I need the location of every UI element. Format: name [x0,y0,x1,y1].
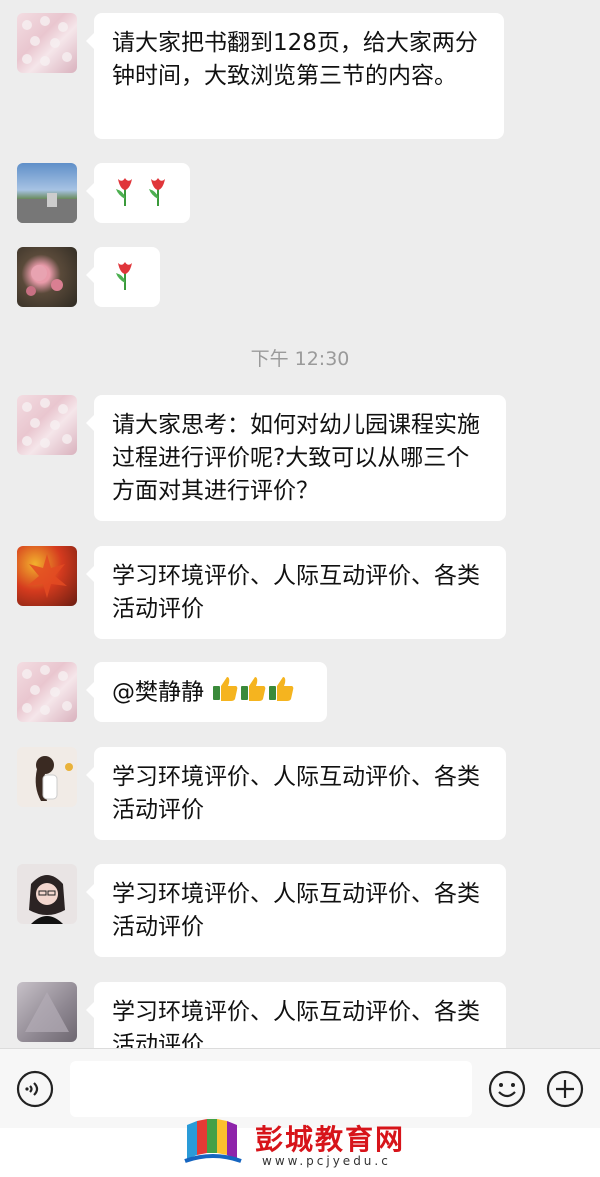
avatar[interactable] [17,864,77,924]
message-bubble[interactable]: 学习环境评价、人际互动评价、各类活动评价 [86,864,506,957]
chat-area[interactable]: 请大家把书翻到128页，给大家两分钟时间，大致浏览第三节的内容。 下午 12:3… [0,0,600,1048]
message-text: 学习环境评价、人际互动评价、各类活动评价 [112,999,480,1048]
book-logo-icon [183,1115,247,1169]
thumbs-up-icon [239,674,267,712]
tulip-icon [145,175,171,217]
message-input[interactable] [70,1061,472,1117]
tulip-icon [112,259,138,301]
brand-name: 彭城教育网 [255,1123,406,1156]
message-text: 学习环境评价、人际互动评价、各类活动评价 [112,764,480,823]
message-bubble[interactable]: 学习环境评价、人际互动评价、各类活动评价 [86,747,506,840]
message-bubble[interactable]: 学习环境评价、人际互动评价、各类活动评价 [86,546,506,639]
avatar[interactable] [17,395,77,455]
avatar[interactable] [17,982,77,1042]
tulip-icon [112,175,138,217]
avatar[interactable] [17,13,77,73]
message-bubble[interactable] [86,163,190,223]
plus-icon[interactable] [545,1069,585,1109]
brand-url: www.pcjyedu.c [262,1154,391,1168]
smiley-icon[interactable] [487,1069,527,1109]
voice-icon[interactable] [15,1069,55,1109]
message-bubble[interactable] [86,247,160,307]
timestamp: 下午 12:30 [250,348,350,370]
message-bubble[interactable]: @樊静静 [86,662,327,722]
message-text: 请大家把书翻到128页，给大家两分钟时间，大致浏览第三节的内容。 [112,30,478,89]
avatar[interactable] [17,662,77,722]
message-text: 学习环境评价、人际互动评价、各类活动评价 [112,563,480,622]
message-bubble[interactable]: 请大家思考：如何对幼儿园课程实施过程进行评价呢?大致可以从哪三个方面对其进行评价… [86,395,506,521]
message-bubble[interactable]: 请大家把书翻到128页，给大家两分钟时间，大致浏览第三节的内容。 [86,13,504,139]
message-bubble[interactable]: 学习环境评价、人际互动评价、各类活动评价 [86,982,506,1048]
message-text: 请大家思考：如何对幼儿园课程实施过程进行评价呢?大致可以从哪三个方面对其进行评价… [112,412,480,504]
input-bar [0,1048,600,1129]
avatar[interactable] [17,546,77,606]
avatar[interactable] [17,163,77,223]
thumbs-up-icon [267,674,295,712]
thumbs-up-icon [211,674,239,712]
avatar[interactable] [17,247,77,307]
avatar[interactable] [17,747,77,807]
mention-text[interactable]: @樊静静 [112,680,204,706]
message-text: 学习环境评价、人际互动评价、各类活动评价 [112,881,480,940]
